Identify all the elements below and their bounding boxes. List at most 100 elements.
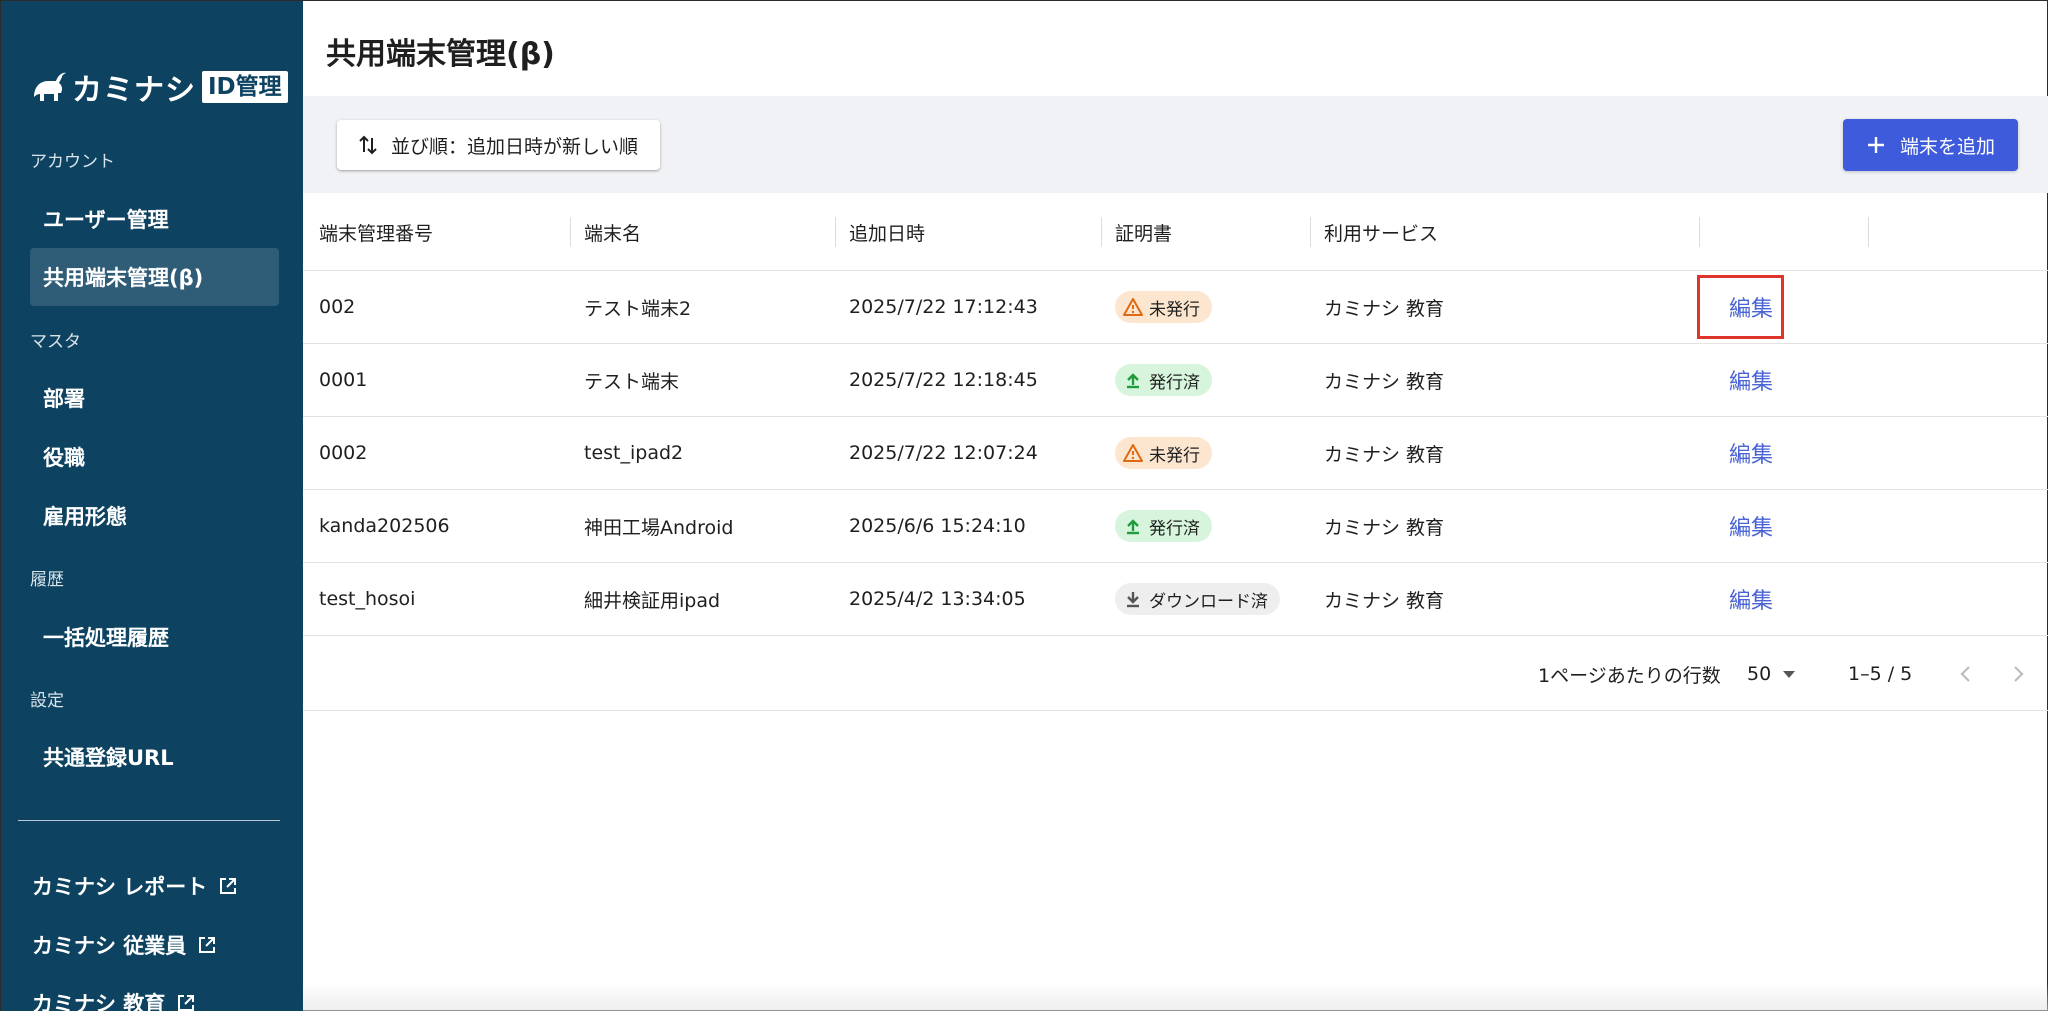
rows-per-page-value: 50: [1747, 663, 1772, 685]
cell-certificate: 未発行: [1099, 271, 1212, 343]
cell-device-name: テスト端末: [584, 370, 680, 393]
certificate-status-badge: ダウンロード済: [1115, 583, 1280, 615]
external-link-icon: [178, 995, 195, 1011]
sidebar-item-batch-history[interactable]: 一括処理履歴: [30, 608, 279, 666]
column-header-device-name[interactable]: 端末名: [568, 193, 641, 271]
cell-certificate: 発行済: [1099, 344, 1212, 416]
cell-device-number: 002: [319, 296, 356, 318]
main-content: 共用端末管理(β) 並び順：追加日時が新しい順 端末を追加 端末管理番号 端末名…: [303, 1, 2048, 1011]
logo-badge: ID管理: [202, 71, 288, 103]
sidebar-item-common-registration-url[interactable]: 共通登録URL: [30, 728, 279, 786]
plus-icon: [1867, 137, 1884, 153]
next-page-button[interactable]: [2003, 659, 2033, 689]
add-device-button[interactable]: 端末を追加: [1843, 119, 2018, 171]
column-header-device-number[interactable]: 端末管理番号: [303, 193, 433, 271]
sidebar-item-label: 雇用形態: [43, 505, 127, 529]
external-link-label: カミナシ 教育: [32, 992, 166, 1011]
caret-down-icon: [1783, 670, 1796, 678]
cell-device-name: 神田工場Android: [584, 516, 734, 539]
sidebar-item-label: 共用端末管理(β): [43, 266, 204, 290]
warning-triangle-icon: [1123, 444, 1143, 462]
section-label-account: アカウント: [30, 152, 115, 172]
sort-arrows-icon: [359, 135, 377, 155]
rows-per-page-label: 1ページあたりの行数: [1538, 664, 1721, 687]
cell-added-at: 2025/7/22 12:18:45: [849, 369, 1038, 391]
cell-service: カミナシ 教育: [1324, 297, 1445, 320]
certificate-status-label: ダウンロード済: [1149, 591, 1268, 612]
column-header-certificate[interactable]: 証明書: [1099, 193, 1172, 271]
previous-page-button[interactable]: [1951, 659, 1981, 689]
pagination: 1ページあたりの行数 50 1–5 / 5: [303, 637, 2048, 711]
external-link-icon: [220, 878, 237, 894]
cell-device-name: 細井検証用ipad: [584, 589, 721, 612]
sidebar-item-label: 役職: [43, 446, 85, 470]
sidebar-item-label: ユーザー管理: [43, 208, 169, 232]
certificate-status-badge: 発行済: [1115, 364, 1212, 396]
sidebar-item-employment-types[interactable]: 雇用形態: [30, 487, 279, 545]
chevron-right-icon: [2014, 666, 2024, 682]
goat-icon: [34, 72, 66, 101]
external-link-icon: [199, 937, 216, 953]
sidebar-item-departments[interactable]: 部署: [30, 369, 279, 427]
external-link-label: カミナシ 従業員: [32, 934, 187, 958]
sidebar-divider: [18, 820, 280, 821]
column-header-service[interactable]: 利用サービス: [1308, 193, 1438, 271]
sort-button[interactable]: 並び順：追加日時が新しい順: [337, 120, 661, 170]
upload-icon: [1127, 373, 1139, 389]
toolbar: 並び順：追加日時が新しい順 端末を追加: [303, 96, 2048, 193]
chevron-left-icon: [1960, 666, 1970, 682]
section-label-settings: 設定: [30, 691, 64, 711]
edit-link-highlight: [1697, 275, 1784, 339]
edit-link[interactable]: 編集: [1713, 344, 1773, 416]
external-link-education[interactable]: カミナシ 教育: [32, 988, 195, 1011]
sort-button-label: 並び順：追加日時が新しい順: [391, 135, 639, 158]
edit-link[interactable]: 編集: [1713, 417, 1773, 489]
certificate-status-label: 未発行: [1149, 445, 1200, 466]
edit-link-label: 編集: [1729, 370, 1774, 395]
table-header: 端末管理番号 端末名 追加日時 証明書 利用サービス: [303, 193, 2048, 271]
cell-device-number: test_hosoi: [319, 588, 416, 610]
sidebar-item-label: 共通登録URL: [43, 746, 174, 770]
edit-link[interactable]: 編集: [1713, 563, 1773, 635]
cell-device-number: 0001: [319, 369, 368, 391]
devices-table: 端末管理番号 端末名 追加日時 証明書 利用サービス 002 テスト端末2 20…: [303, 193, 2048, 636]
certificate-status-label: 未発行: [1149, 299, 1200, 320]
sidebar-item-users[interactable]: ユーザー管理: [30, 190, 279, 248]
cell-service: カミナシ 教育: [1324, 443, 1445, 466]
table-row: 002 テスト端末2 2025/7/22 17:12:43 未発行 カミナシ 教…: [303, 271, 2048, 344]
section-label-history: 履歴: [30, 570, 64, 590]
certificate-status-label: 発行済: [1149, 372, 1200, 393]
upload-icon: [1127, 519, 1139, 535]
external-link-report[interactable]: カミナシ レポート: [32, 871, 237, 901]
cell-service: カミナシ 教育: [1324, 516, 1445, 539]
bottom-shadow: [303, 982, 2048, 1011]
cell-added-at: 2025/4/2 13:34:05: [849, 588, 1026, 610]
sidebar-item-positions[interactable]: 役職: [30, 428, 279, 486]
edit-link-label: 編集: [1729, 443, 1774, 468]
edit-link[interactable]: 編集: [1713, 490, 1773, 562]
page-title: 共用端末管理(β): [326, 37, 555, 72]
cell-added-at: 2025/7/22 17:12:43: [849, 296, 1038, 318]
table-row: 0002 test_ipad2 2025/7/22 12:07:24 未発行 カ…: [303, 417, 2048, 490]
certificate-status-badge: 発行済: [1115, 510, 1212, 542]
section-label-master: マスタ: [30, 332, 81, 352]
cell-device-number: kanda202506: [319, 515, 450, 537]
certificate-status-label: 発行済: [1149, 518, 1200, 539]
rows-per-page-select[interactable]: 50: [1747, 637, 1796, 711]
cell-device-name: テスト端末2: [584, 297, 692, 320]
warning-triangle-icon: [1123, 298, 1143, 316]
cell-device-number: 0002: [319, 442, 368, 464]
app-logo[interactable]: カミナシ ID管理: [28, 65, 288, 109]
column-separator: [1699, 217, 1700, 247]
cell-service: カミナシ 教育: [1324, 370, 1445, 393]
sidebar: カミナシ ID管理 アカウント ユーザー管理 共用端末管理(β) マスタ 部署 …: [1, 1, 303, 1011]
logo-text: カミナシ: [72, 73, 196, 108]
column-header-added-at[interactable]: 追加日時: [833, 193, 925, 271]
certificate-status-badge: 未発行: [1115, 437, 1212, 469]
add-device-button-label: 端末を追加: [1899, 135, 1995, 158]
certificate-status-badge: 未発行: [1115, 291, 1212, 323]
sidebar-item-shared-devices[interactable]: 共用端末管理(β): [30, 248, 279, 306]
sidebar-item-label: 部署: [43, 387, 85, 411]
table-row: kanda202506 神田工場Android 2025/6/6 15:24:1…: [303, 490, 2048, 563]
external-link-employee[interactable]: カミナシ 従業員: [32, 930, 216, 960]
